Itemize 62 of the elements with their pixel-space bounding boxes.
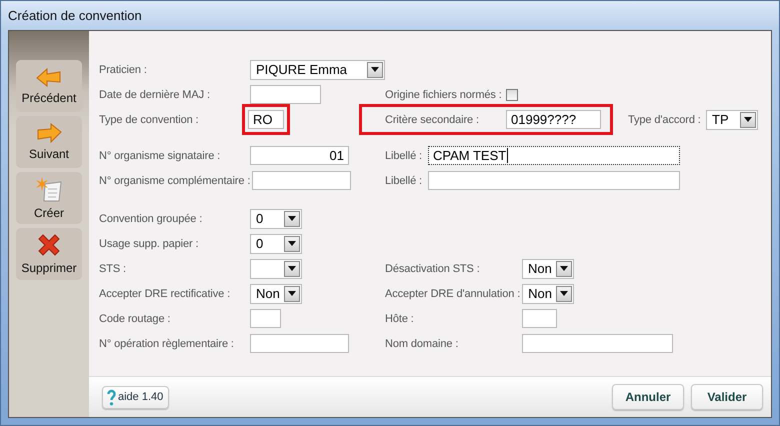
text-field[interactable]: CPAM TEST [428,146,680,165]
text-field[interactable] [428,171,680,190]
caret-icon [556,286,572,302]
field-label: Accepter DRE d'annulation : [385,288,522,300]
delete-button[interactable]: Supprimer [16,228,82,280]
field-label: N° organisme signataire : [99,150,222,162]
text-field[interactable]: 01 [250,146,349,165]
caret-icon [367,62,383,78]
right-arrow-icon [36,123,62,143]
caret-icon [284,236,300,252]
create-button[interactable]: Créer [16,172,82,224]
text-field[interactable] [522,334,673,353]
dropdown[interactable]: Non [522,258,574,278]
text-field[interactable] [522,309,557,328]
left-arrow-icon [36,67,62,87]
text-field[interactable] [250,309,281,328]
field-label: Type de convention : [99,114,200,126]
next-button[interactable]: Suivant [16,116,82,168]
caret-icon [556,260,572,276]
field-label: N° opération règlementaire : [99,338,235,350]
previous-button[interactable]: Précédent [16,60,82,112]
field-label: Praticien : [99,64,148,76]
field-label: Date de dernière MAJ : [99,88,211,100]
field-label: Critère secondaire : [385,114,480,126]
field-label: Libellé : [385,174,424,186]
field-label: STS : [99,262,128,274]
field-label: Code routage : [99,312,172,324]
new-document-icon [35,176,63,202]
text-field[interactable] [250,334,349,353]
dialog-button[interactable]: Annuler [612,384,684,410]
dropdown[interactable]: PIQURE Emma [250,60,385,80]
dropdown[interactable] [250,258,302,278]
dropdown[interactable]: Non [250,284,302,304]
dropdown[interactable]: Non [522,284,574,304]
field-label: Nom domaine : [385,338,460,350]
field-label: Libellé : [385,150,424,162]
field-label: Accepter DRE rectificative : [99,288,232,300]
text-cursor [507,148,508,163]
text-field[interactable] [252,171,352,190]
field-label: Origine fichiers normés : [385,88,503,100]
checkbox[interactable] [506,88,518,100]
delete-icon [37,233,61,257]
caret-icon [740,112,756,128]
caret-icon [284,260,300,276]
text-field[interactable] [250,85,321,104]
caret-icon [284,286,300,302]
field-label: N° organisme complémentaire : [99,174,252,186]
field-label: Désactivation STS : [385,262,481,274]
window-title: Création de convention [8,8,142,23]
field-label: Convention groupée : [99,212,204,224]
text-field[interactable]: 01999???? [506,110,601,129]
dialog-button[interactable]: Valider [691,384,763,410]
field-label: Hôte : [385,312,415,324]
field-label: Type d'accord : [628,114,702,126]
dropdown[interactable]: 0 [250,234,302,254]
field-label: Usage supp. papier : [99,238,200,250]
help-button[interactable]: aide 1.40 [102,386,170,408]
dropdown[interactable]: 0 [250,208,302,228]
text-field[interactable]: RO [248,110,284,129]
question-mark-icon [107,388,116,406]
caret-icon [284,210,300,226]
dropdown[interactable]: TP [706,110,758,130]
